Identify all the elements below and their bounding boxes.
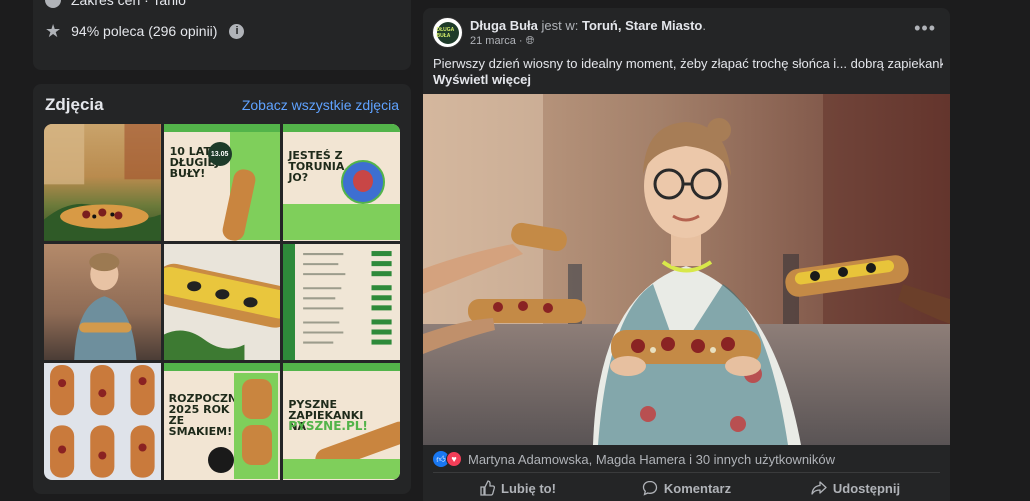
comment-button[interactable]: Komentarz [602, 476, 771, 500]
share-label: Udostępnij [832, 480, 901, 496]
avatar-logo: DŁUGA BUŁA [436, 21, 459, 44]
photo-tile[interactable]: PYSZNE ZAPIEKANKI NA PYSZNE.PL! [283, 363, 400, 480]
comment-label: Komentarz [663, 480, 732, 496]
page-name-link[interactable]: Długa Buła [470, 18, 538, 33]
post-date-link[interactable]: 21 marca [470, 35, 516, 47]
see-all-photos-link[interactable]: Zobacz wszystkie zdjęcia [242, 97, 399, 113]
menu-list-icon [303, 250, 392, 345]
food-photo-icon [163, 263, 281, 361]
info-icon[interactable]: i [229, 23, 245, 39]
page-avatar[interactable]: DŁUGA BUŁA [432, 17, 463, 48]
photo-tile[interactable] [44, 124, 161, 241]
photo-tile[interactable] [283, 243, 400, 361]
photo-tile[interactable]: JESTEŚ Z TORUNIA, JO? [283, 124, 400, 241]
price-range-text: Zakres cen · Tanio [71, 0, 186, 8]
more-options-icon[interactable]: ••• [914, 18, 936, 39]
post-card: DŁUGA BUŁA Długa Buła jest w: Toruń, Sta… [423, 8, 950, 501]
post-photo[interactable] [423, 94, 950, 445]
see-more-link[interactable]: Wyświetl więcej [433, 72, 531, 87]
love-reaction-icon: ♥ [446, 451, 462, 467]
share-button[interactable]: Udostępnij [771, 476, 940, 500]
post-actions: Lubię to! Komentarz Udostępnij [433, 476, 940, 500]
actions-divider [433, 472, 940, 473]
location-prefix: jest w: [537, 18, 582, 33]
photos-title: Zdjęcia [45, 95, 104, 114]
food-photo-icon [50, 365, 155, 478]
food-photo-icon [44, 124, 161, 241]
person-photo-icon [74, 252, 137, 361]
person-with-food-photo-icon [423, 94, 950, 445]
reactions-text: Martyna Adamowska, Magda Hamera i 30 inn… [468, 451, 836, 467]
like-button[interactable]: Lubię to! [433, 476, 602, 500]
photo-tile[interactable]: 10 LAT DŁUGIEJ BUŁY! 13.05 [163, 124, 281, 241]
post-text: Pierwszy dzień wiosny to idealny moment,… [433, 56, 943, 71]
reactions-summary[interactable]: 👍︎ ♥ Martyna Adamowska, Magda Hamera i 3… [433, 451, 835, 467]
location-link[interactable]: Toruń, Stare Miasto [582, 18, 702, 33]
price-icon [45, 0, 61, 8]
comment-icon [642, 480, 658, 496]
recommend-text: 94% poleca (296 opinii) [71, 23, 218, 39]
star-icon: ★ [45, 21, 62, 41]
tile-headline: ROZPOCZNIJ 2025 ROK ZE SMAKIEM! [168, 392, 246, 439]
photo-tile[interactable]: ROZPOCZNIJ 2025 ROK ZE SMAKIEM! [163, 363, 281, 480]
share-icon [811, 481, 827, 495]
intro-card: Zakres cen · Tanio ★ 94% poleca (296 opi… [33, 0, 411, 70]
like-label: Lubię to! [501, 480, 556, 496]
photos-grid: 10 LAT DŁUGIEJ BUŁY! 13.05 JESTEŚ Z TORU… [44, 124, 400, 480]
thumbs-up-icon [480, 480, 496, 496]
photos-card: Zdjęcia Zobacz wszystkie zdjęcia 10 LAT … [33, 84, 411, 494]
recommend-row: ★ 94% poleca (296 opinii) i [45, 21, 245, 41]
tile-brand: PYSZNE.PL! [288, 419, 368, 434]
post-date: 21 marca · 🌐︎ [470, 35, 534, 48]
location-suffix: . [702, 18, 706, 33]
price-range-row: Zakres cen · Tanio [45, 0, 186, 8]
tile-headline: JESTEŚ Z TORUNIA, JO? [288, 149, 349, 184]
globe-icon: 🌐︎ [525, 35, 535, 47]
post-header: Długa Buła jest w: Toruń, Stare Miasto. [470, 18, 706, 33]
date-separator: · [515, 35, 526, 47]
photo-tile[interactable] [44, 363, 161, 480]
date-badge: 13.05 [207, 142, 232, 166]
photo-tile[interactable] [44, 243, 161, 361]
photo-tile[interactable] [163, 243, 281, 361]
